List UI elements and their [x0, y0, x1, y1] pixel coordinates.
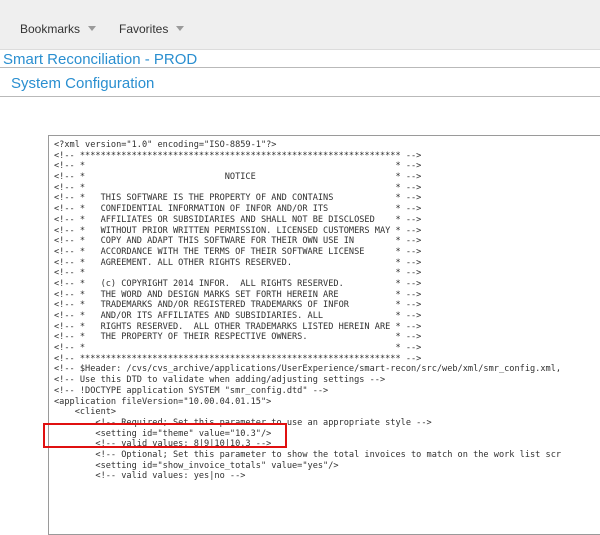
- code-line: <!-- Required; Set this parameter to use…: [54, 417, 432, 428]
- page-title: System Configuration: [11, 75, 155, 92]
- code-line: <setting id="theme" value="10.3"/>: [54, 428, 272, 439]
- code-line: <!-- * AFFILIATES OR SUBSIDIARIES AND SH…: [54, 214, 422, 225]
- code-line: <!-- ***********************************…: [54, 353, 422, 364]
- code-line: <!-- * * -->: [54, 161, 422, 172]
- code-line: <!-- valid values: 8|9|10|10.3 -->: [54, 439, 272, 450]
- code-line: <!-- !DOCTYPE application SYSTEM "smr_co…: [54, 385, 329, 396]
- code-line: <!-- * ACCORDANCE WITH THE TERMS OF THEI…: [54, 246, 422, 257]
- code-line: <!-- ***********************************…: [54, 150, 422, 161]
- code-line: <!-- Optional; Set this parameter to sho…: [54, 449, 562, 460]
- chevron-down-icon: [176, 26, 185, 32]
- code-line: <!-- * * -->: [54, 182, 422, 193]
- code-line: <!-- * * -->: [54, 268, 422, 279]
- top-menu-bar: Bookmarks Favorites: [0, 0, 600, 50]
- code-line: <!-- * CONFIDENTIAL INFORMATION OF INFOR…: [54, 204, 422, 215]
- chevron-down-icon: [88, 26, 97, 32]
- code-line: <!-- * COPY AND ADAPT THIS SOFTWARE FOR …: [54, 236, 422, 247]
- code-line: <!-- * AND/OR ITS AFFILIATES AND SUBSIDI…: [54, 311, 422, 321]
- code-line: <!-- * NOTICE * -->: [54, 172, 422, 183]
- bookmarks-menu[interactable]: Bookmarks: [20, 22, 97, 36]
- code-line: <!-- * (c) COPYRIGHT 2014 INFOR. ALL RIG…: [54, 278, 422, 289]
- code-line: <!-- * TRADEMARKS AND/OR REGISTERED TRAD…: [54, 300, 422, 311]
- code-line: <!-- * THE WORD AND DESIGN MARKS SET FOR…: [54, 289, 422, 300]
- code-line: <!-- $Header: /cvs/cvs_archive/applicati…: [54, 364, 562, 375]
- code-line: <!-- * THIS SOFTWARE IS THE PROPERTY OF …: [54, 193, 422, 204]
- code-line: <!-- * AGREEMENT. ALL OTHER RIGHTS RESER…: [54, 257, 422, 268]
- application-version-line: <application fileVersion="10.00.04.01.15…: [54, 396, 272, 407]
- code-line: <?xml version="1.0" encoding="ISO-8859-1…: [54, 140, 277, 150]
- code-line: <!-- * THE PROPERTY OF THEIR RESPECTIVE …: [54, 332, 422, 343]
- code-line: <!-- Use this DTD to validate when addin…: [54, 375, 386, 386]
- bookmarks-menu-label: Bookmarks: [20, 22, 81, 36]
- favorites-menu[interactable]: Favorites: [119, 22, 185, 36]
- code-line: <setting id="show_invoice_totals" value=…: [54, 460, 339, 471]
- code-line: <!-- * WITHOUT PRIOR WRITTEN PERMISSION.…: [54, 225, 422, 236]
- code-line: <!-- * RIGHTS RESERVED. ALL OTHER TRADEM…: [54, 321, 422, 332]
- favorites-menu-label: Favorites: [119, 22, 169, 36]
- config-xml-text: <?xml version="1.0" encoding="ISO-8859-1…: [54, 140, 561, 482]
- config-xml-viewer[interactable]: <?xml version="1.0" encoding="ISO-8859-1…: [48, 135, 600, 535]
- code-line: <!-- * * -->: [54, 343, 422, 354]
- code-line: <client>: [54, 407, 117, 418]
- app-title[interactable]: Smart Reconciliation - PROD: [3, 51, 197, 68]
- code-line: <!-- valid values: yes|no -->: [54, 471, 246, 482]
